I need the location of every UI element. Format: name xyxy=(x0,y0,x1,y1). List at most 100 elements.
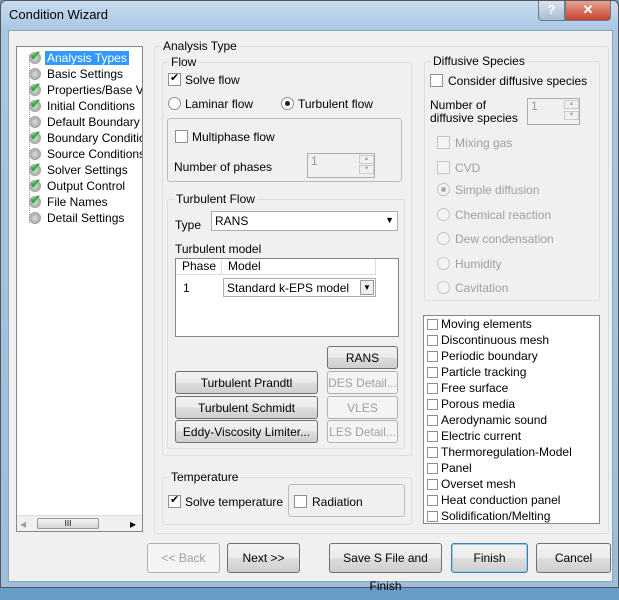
tree-item[interactable]: Properties/Base V xyxy=(29,80,142,98)
spin-down-icon[interactable]: ▼ xyxy=(564,111,579,120)
model-select[interactable]: Standard k-EPS model ▼ xyxy=(223,278,376,297)
feature-checkbox[interactable] xyxy=(427,415,438,426)
feature-list-item[interactable]: Thermoregulation-Model xyxy=(427,444,572,460)
tree-item[interactable]: Boundary Conditic xyxy=(29,128,142,146)
feature-checkbox[interactable] xyxy=(427,463,438,474)
navigation-tree[interactable]: Analysis Types Basic Settings Properties… xyxy=(16,46,143,532)
check-complete-icon xyxy=(29,80,41,96)
diffusive-option-radio[interactable] xyxy=(437,232,450,245)
turbulent-prandtl-button[interactable]: Turbulent Prandtl Number... xyxy=(175,371,318,412)
tree-item[interactable]: Source Conditions xyxy=(29,146,142,162)
scroll-right-icon[interactable]: ▸ xyxy=(130,517,136,531)
feature-list-item[interactable]: Moving elements xyxy=(427,316,532,332)
check-complete-icon xyxy=(29,160,41,176)
tree-item[interactable]: Analysis Types xyxy=(29,48,129,66)
diffusive-option-radio[interactable] xyxy=(437,281,450,294)
scroll-thumb[interactable]: III xyxy=(37,518,99,529)
finish-button[interactable]: Finish xyxy=(451,543,528,573)
save-s-file-finish-button[interactable]: Save S File and Finish xyxy=(329,543,442,593)
feature-list-item[interactable]: Electric current xyxy=(427,428,521,444)
feature-list-item[interactable]: Particle tracking xyxy=(427,364,526,380)
feature-checkbox[interactable] xyxy=(427,511,438,522)
feature-checkbox[interactable] xyxy=(427,447,438,458)
feature-checkbox[interactable] xyxy=(427,431,438,442)
tree-item[interactable]: Initial Conditions xyxy=(29,96,137,114)
feature-list-item[interactable]: Free surface xyxy=(427,380,508,396)
help-button[interactable]: ? xyxy=(538,1,565,21)
column-header-phase[interactable]: Phase xyxy=(176,259,222,275)
feature-checkbox[interactable] xyxy=(427,495,438,506)
feature-list-item[interactable]: Porous media xyxy=(427,396,515,412)
cancel-button[interactable]: Cancel xyxy=(536,543,611,573)
tree-item[interactable]: Output Control xyxy=(29,176,127,194)
column-header-model[interactable]: Model xyxy=(222,259,376,275)
scroll-left-icon[interactable]: ◂ xyxy=(20,517,26,531)
dialog-body: Analysis Types Basic Settings Properties… xyxy=(8,30,613,593)
feature-list-item[interactable]: Overset mesh xyxy=(427,476,516,492)
feature-checkbox[interactable] xyxy=(427,479,438,490)
tree-item[interactable]: File Names xyxy=(29,192,110,210)
close-button[interactable]: ✕ xyxy=(565,1,611,21)
feature-list-item[interactable]: Aerodynamic sound xyxy=(427,412,547,428)
solve-flow-checkbox[interactable] xyxy=(168,71,181,86)
tree-item[interactable]: Solver Settings xyxy=(29,160,130,178)
temperature-legend: Temperature xyxy=(169,470,241,484)
next-button[interactable]: Next >> xyxy=(227,543,300,573)
spin-up-icon[interactable]: ▲ xyxy=(359,155,374,164)
diffusive-option-radio[interactable] xyxy=(437,256,450,270)
check-complete-icon xyxy=(29,176,41,192)
diffusive-option-radio[interactable] xyxy=(437,183,450,196)
turbulent-flow-radio[interactable] xyxy=(281,97,294,110)
analysis-type-legend: Analysis Type xyxy=(161,39,239,53)
tree-item-label: File Names xyxy=(47,195,108,209)
tree-item-label: Solver Settings xyxy=(47,163,128,177)
horizontal-scrollbar[interactable]: ◂ III ▸ xyxy=(17,515,142,531)
multiphase-checkbox[interactable] xyxy=(175,130,188,143)
feature-checkbox[interactable] xyxy=(427,319,438,330)
type-select[interactable]: RANS ▼ xyxy=(211,211,398,231)
mixing-gas-checkbox[interactable] xyxy=(437,136,450,149)
feature-checkbox[interactable] xyxy=(427,351,438,362)
feature-checklist[interactable]: Moving elements Discontinuous mesh Periodi… xyxy=(423,315,600,524)
eddy-viscosity-button[interactable]: Eddy-Viscosity Limiter... xyxy=(175,420,318,443)
feature-list-item[interactable]: Discontinuous mesh xyxy=(427,332,549,348)
feature-list-item[interactable]: Solidification/Melting xyxy=(427,508,550,524)
feature-list-item[interactable]: Periodic boundary xyxy=(427,348,538,364)
cvd-checkbox[interactable] xyxy=(437,161,450,174)
les-detail-button[interactable]: LES Detail... xyxy=(327,420,398,443)
turbulent-schmidt-button[interactable]: Turbulent Schmidt Number... xyxy=(175,396,318,437)
solve-flow-label: Solve flow xyxy=(185,73,240,87)
solve-temperature-checkbox[interactable] xyxy=(168,493,181,508)
tree-item[interactable]: Detail Settings xyxy=(29,210,126,226)
feature-list-item[interactable]: Panel xyxy=(427,460,472,476)
feature-checkbox[interactable] xyxy=(427,335,438,346)
num-diffusive-stepper[interactable]: 1 ▲ ▼ xyxy=(527,98,580,125)
diffusive-option-radio[interactable] xyxy=(437,207,450,221)
feature-checkbox[interactable] xyxy=(427,383,438,394)
des-detail-button[interactable]: DES Detail... xyxy=(327,371,398,394)
spin-up-icon[interactable]: ▲ xyxy=(564,100,579,109)
spin-down-icon[interactable]: ▼ xyxy=(359,165,374,174)
radiation-checkbox[interactable] xyxy=(294,495,307,508)
diffusive-option-label: Chemical reaction xyxy=(455,207,552,222)
back-button[interactable]: << Back xyxy=(147,543,220,573)
vles-detail-button[interactable]: VLES Detail... xyxy=(327,396,398,437)
rans-detail-button[interactable]: RANS Detail... xyxy=(327,346,398,387)
diffusive-option-label: Simple diffusion xyxy=(455,183,540,197)
laminar-flow-radio[interactable] xyxy=(168,97,181,110)
tree-item[interactable]: Default Boundary xyxy=(29,114,142,130)
feature-checkbox[interactable] xyxy=(427,399,438,410)
turbulent-flow-legend: Turbulent Flow xyxy=(174,192,257,206)
diffusive-option-label: Dew condensation xyxy=(455,232,554,246)
feature-checkbox[interactable] xyxy=(427,367,438,378)
diffusive-option-label: Cavitation xyxy=(455,281,509,295)
feature-label: Particle tracking xyxy=(441,365,527,379)
tree-item[interactable]: Basic Settings xyxy=(29,66,125,82)
window-title: Condition Wizard xyxy=(9,7,108,22)
table-cell-phase: 1 xyxy=(183,281,190,295)
feature-list-item[interactable]: Heat conduction panel xyxy=(427,492,560,508)
consider-diffusive-checkbox[interactable] xyxy=(430,74,443,87)
laminar-flow-label: Laminar flow xyxy=(185,97,254,111)
num-phases-stepper[interactable]: 1 ▲ ▼ xyxy=(307,153,375,178)
multiphase-label: Multiphase flow xyxy=(192,130,275,144)
